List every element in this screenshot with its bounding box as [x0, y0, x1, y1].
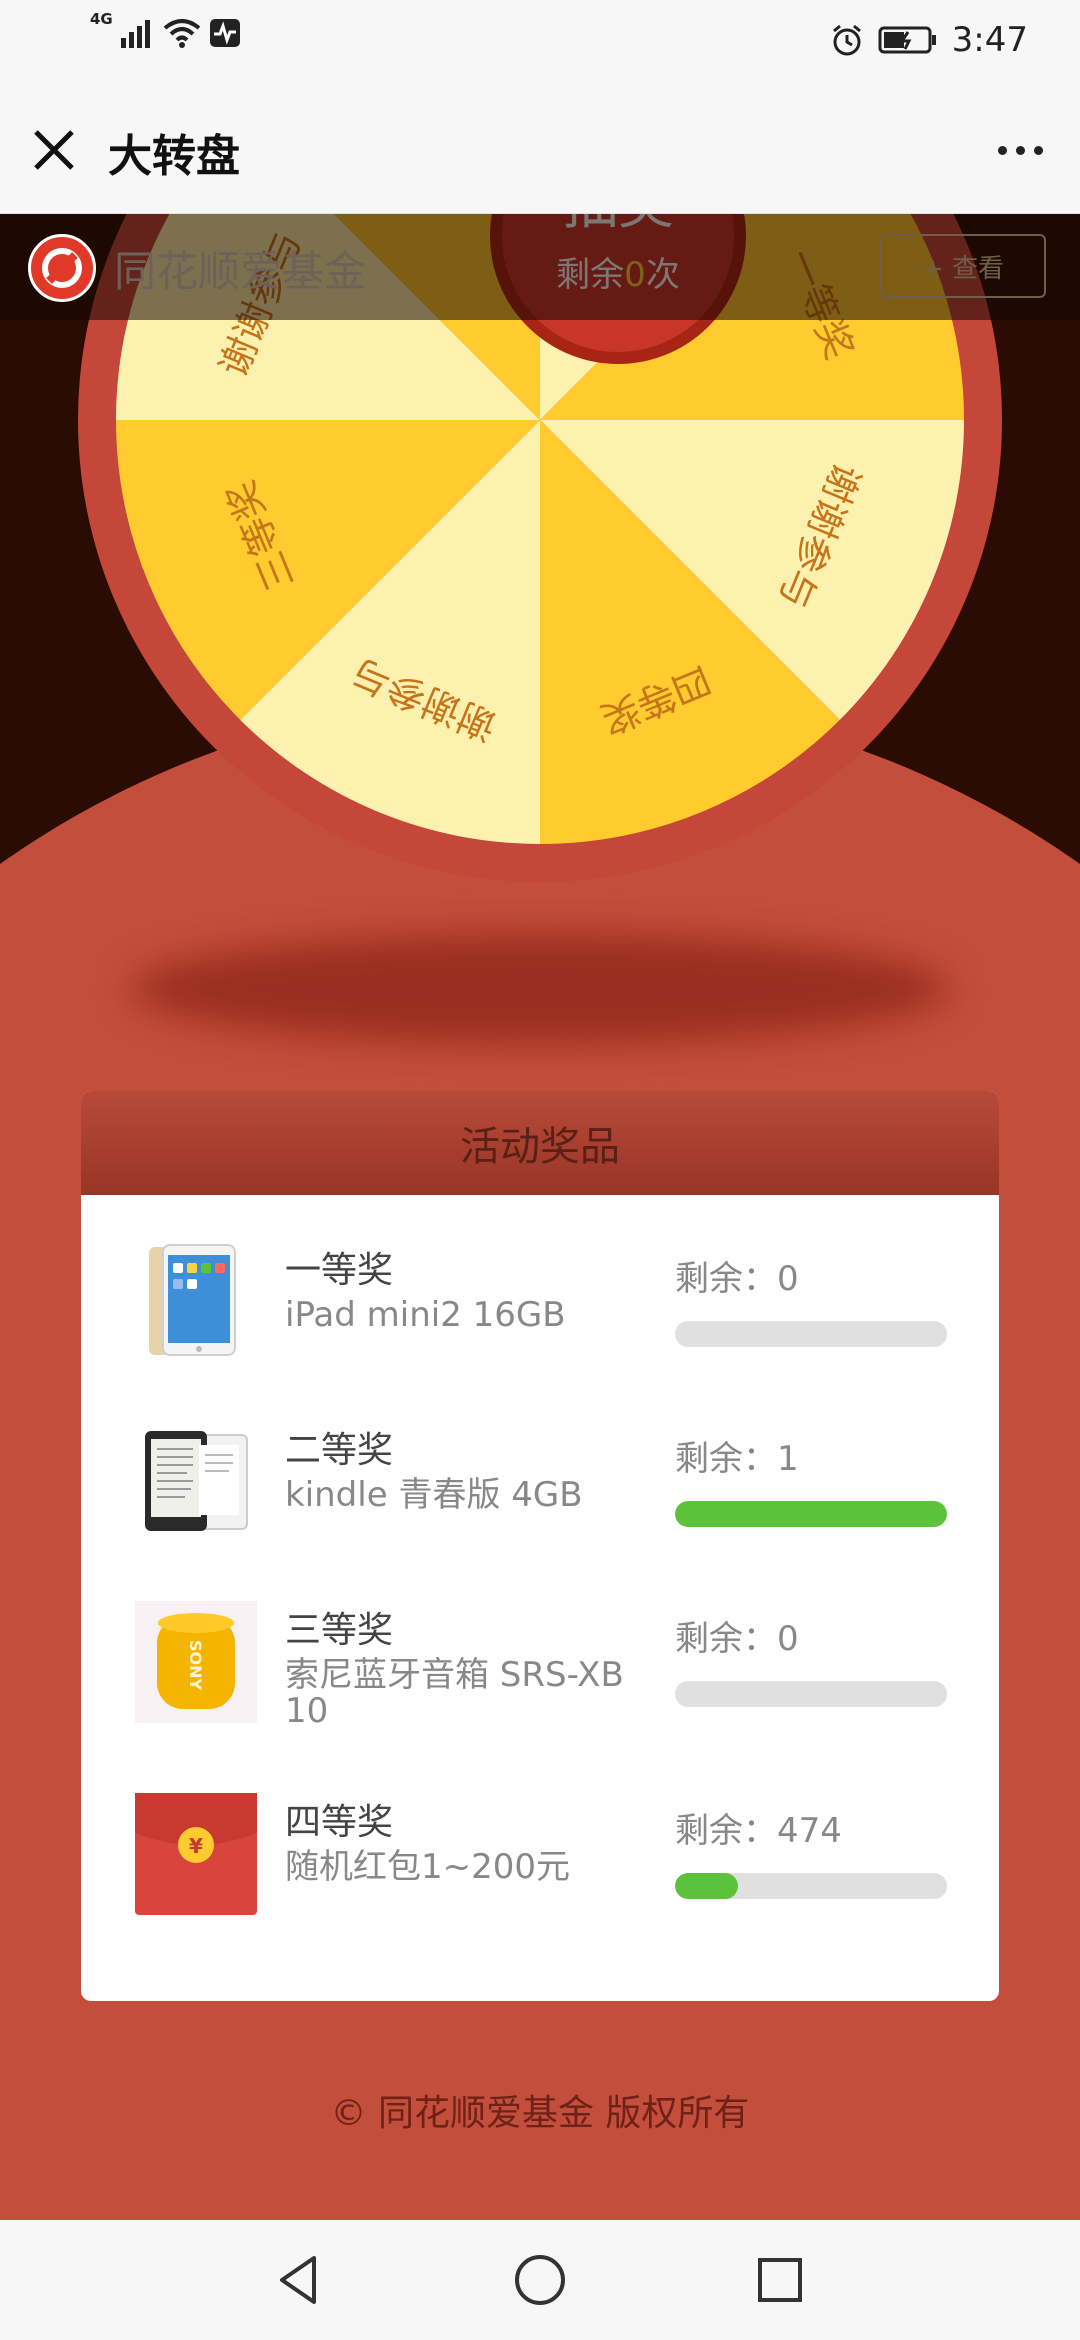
prize-remaining: 剩余：0	[675, 1619, 799, 1659]
prize-row: ¥ 四等奖 随机红包1~200元 剩余：474	[81, 1783, 999, 1933]
clock: 3:47	[951, 20, 1028, 60]
footer-copyright: © 同花顺爱基金 版权所有	[330, 2093, 750, 2134]
page-title: 大转盘	[108, 131, 240, 182]
wheel-shadow	[130, 934, 950, 1044]
progress-fill	[675, 1873, 738, 1899]
title-bar: 大转盘	[0, 84, 1080, 214]
prize-remaining: 剩余：474	[675, 1811, 842, 1851]
prize-desc: 索尼蓝牙音箱 SRS-XB 10	[285, 1655, 624, 1731]
prize-progress	[675, 1681, 947, 1707]
activity-icon	[209, 19, 240, 47]
prize-remaining: 剩余：0	[675, 1259, 799, 1299]
prize-card: 活动奖品 一等奖 iPad mini2 16GB 剩余：0 二等奖 kindle…	[81, 1091, 999, 2001]
prize-wheel: 谢谢参与一等奖谢谢参与四等奖谢谢参与三等奖谢谢参与二等奖 抽奖 剩余0次	[78, 214, 1002, 940]
recents-button[interactable]	[750, 2250, 810, 2310]
speaker-icon: SONY	[135, 1601, 257, 1723]
back-icon	[280, 2256, 316, 2304]
view-button[interactable]: + 查看	[880, 234, 1046, 298]
prize-progress	[675, 1501, 947, 1527]
prize-name: 一等奖	[285, 1250, 394, 1291]
more-icon-dot	[1015, 145, 1025, 155]
prize-desc: kindle 青春版 4GB	[285, 1475, 583, 1515]
prize-progress	[675, 1873, 947, 1899]
progress-fill	[675, 1501, 947, 1527]
prize-row: 一等奖 iPad mini2 16GB 剩余：0	[81, 1231, 999, 1381]
svg-text:SONY: SONY	[186, 1640, 205, 1691]
svg-text:¥: ¥	[189, 1834, 203, 1858]
prize-name: 四等奖	[285, 1802, 394, 1843]
more-button[interactable]	[990, 130, 1050, 170]
signal-icon	[120, 20, 150, 48]
close-button[interactable]	[28, 124, 80, 176]
red-envelope-icon: ¥	[135, 1793, 257, 1915]
prize-desc: 随机红包1~200元	[285, 1847, 571, 1887]
brand-bar: 同花顺爱基金 + 查看	[0, 214, 1080, 320]
system-nav-bar	[0, 2220, 1080, 2340]
kindle-icon	[135, 1421, 257, 1543]
recents-icon	[758, 2258, 802, 2302]
prize-row: SONY 三等奖 索尼蓝牙音箱 SRS-XB 10 剩余：0	[81, 1591, 999, 1741]
more-icon-dot	[997, 145, 1007, 155]
status-right: 3:47	[830, 20, 1028, 60]
home-button[interactable]	[510, 2250, 570, 2310]
close-icon	[34, 130, 74, 170]
alarm-icon	[832, 24, 861, 56]
prize-card-header: 活动奖品	[81, 1091, 999, 1195]
status-left: 4G	[90, 10, 241, 48]
network-type: 4G	[90, 10, 113, 28]
prize-desc: iPad mini2 16GB	[285, 1295, 566, 1335]
more-icon-dot	[1033, 145, 1043, 155]
status-bar: 4G 3:47	[0, 0, 1080, 84]
brand-logo-icon	[28, 234, 96, 302]
prize-row: 二等奖 kindle 青春版 4GB 剩余：1	[81, 1411, 999, 1561]
prize-remaining: 剩余：1	[675, 1439, 799, 1479]
lottery-page: 谢谢参与一等奖谢谢参与四等奖谢谢参与三等奖谢谢参与二等奖 抽奖 剩余0次 同花顺…	[0, 214, 1080, 2220]
back-button[interactable]	[270, 2250, 330, 2310]
home-icon	[515, 2255, 565, 2305]
prize-name: 三等奖	[285, 1610, 394, 1651]
ipad-icon	[135, 1241, 257, 1363]
prize-progress	[675, 1321, 947, 1347]
battery-charging-icon	[878, 26, 936, 54]
wifi-icon	[163, 19, 201, 48]
prize-name: 二等奖	[285, 1430, 394, 1471]
brand-name: 同花顺爱基金	[114, 247, 367, 296]
